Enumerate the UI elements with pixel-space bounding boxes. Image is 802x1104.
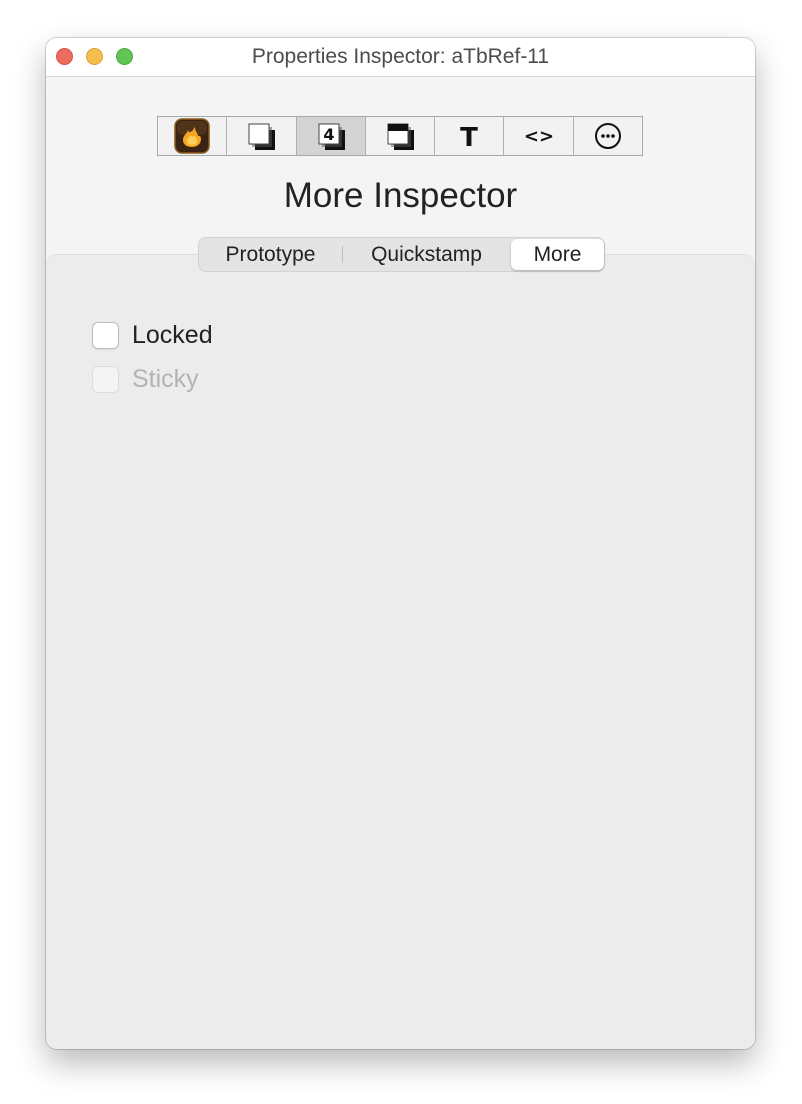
inspector-heading: More Inspector (283, 176, 518, 215)
tab-text[interactable]: T (435, 117, 505, 155)
inspector-content-panel: Locked Sticky (46, 254, 755, 1049)
tab-shadow[interactable] (366, 117, 436, 155)
tab-text-more[interactable]: 4 (296, 117, 366, 155)
sticky-row: Sticky (92, 365, 199, 394)
tab-more[interactable] (574, 117, 642, 155)
sticky-checkbox (92, 366, 119, 393)
locked-checkbox[interactable] (92, 322, 119, 349)
sticky-label: Sticky (132, 365, 199, 393)
title-bar[interactable]: Properties Inspector: aTbRef-11 (46, 38, 755, 77)
more-ellipsis-icon (594, 123, 621, 149)
locked-label[interactable]: Locked (132, 321, 213, 350)
code-brackets-icon: <> (523, 126, 553, 147)
segment-quickstamp[interactable]: Quickstamp (343, 238, 510, 271)
segment-more[interactable]: More (511, 239, 604, 270)
shadow-box-icon (387, 123, 414, 150)
svg-text:T: T (460, 123, 478, 151)
sub-tab-segmented-control: Prototype Quickstamp More (198, 237, 605, 272)
document-icon (248, 123, 276, 150)
inspector-window: Properties Inspector: aTbRef-11 4 T <> M… (46, 38, 755, 1049)
number-four-icon: 4 (318, 123, 345, 150)
window-title: Properties Inspector: aTbRef-11 (251, 45, 550, 68)
svg-text:<>: <> (523, 126, 553, 147)
svg-text:4: 4 (323, 125, 334, 144)
locked-row[interactable]: Locked (92, 321, 213, 350)
inspector-toolbar: 4 T <> (157, 116, 643, 156)
tab-appearance[interactable] (158, 117, 228, 155)
tab-code[interactable]: <> (504, 117, 574, 155)
text-icon: T (460, 123, 478, 151)
appearance-flame-icon (174, 118, 210, 154)
tab-general[interactable] (227, 117, 297, 155)
segment-prototype[interactable]: Prototype (199, 238, 342, 271)
